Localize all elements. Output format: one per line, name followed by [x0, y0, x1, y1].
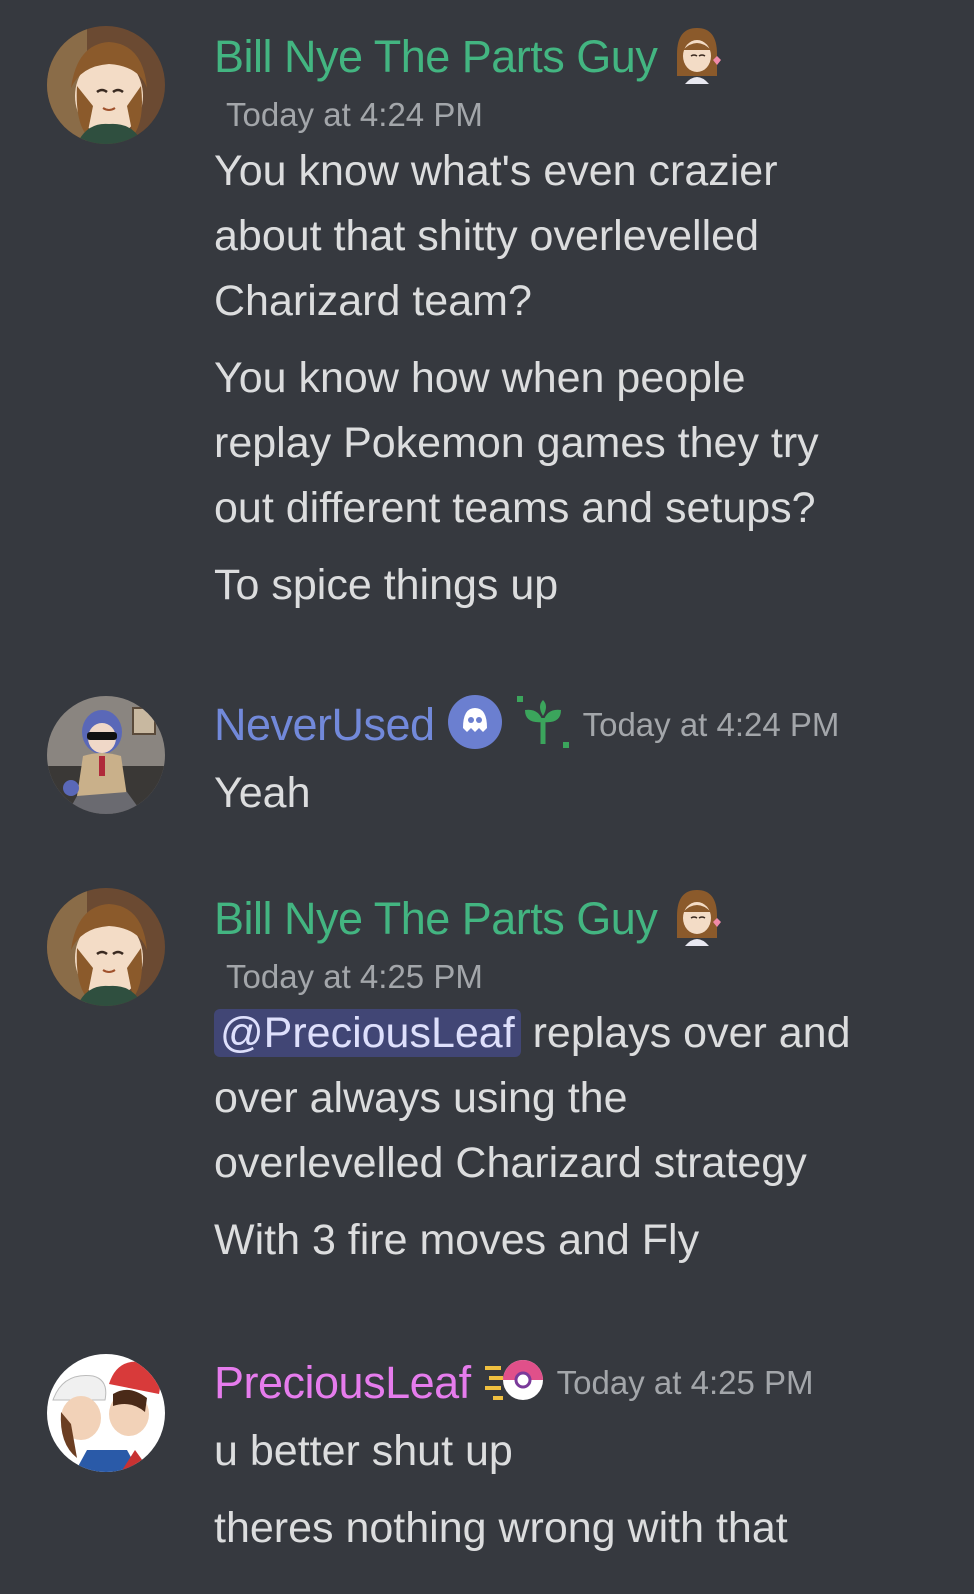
- message-text: @PreciousLeaf replays over and: [214, 1001, 944, 1066]
- author-name[interactable]: Bill Nye The Parts Guy: [214, 892, 658, 946]
- message-text: You know how when people replay Pokemon …: [214, 354, 819, 532]
- message-header: NeverUsed Today at 4:24 PM: [214, 694, 944, 755]
- message-text: u better shut up: [214, 1427, 513, 1475]
- author-name[interactable]: Bill Nye The Parts Guy: [214, 30, 658, 84]
- message-header: Bill Nye The Parts Guy Today at 4:25 PM: [214, 886, 944, 997]
- message-text: Yeah: [214, 769, 311, 817]
- message-timestamp: Today at 4:25 PM: [226, 958, 483, 995]
- pokeball-dash-icon: [483, 1352, 545, 1413]
- message-timestamp: Today at 4:25 PM: [556, 1363, 814, 1401]
- message-text: To spice things up: [214, 561, 559, 609]
- message-text: theres nothing wrong with that: [214, 1504, 788, 1552]
- author-name[interactable]: NeverUsed: [214, 698, 435, 752]
- message-text: With 3 fire moves and Fly: [214, 1216, 700, 1264]
- avatar-bill-nye[interactable]: [47, 888, 165, 1006]
- author-name[interactable]: PreciousLeaf: [214, 1356, 471, 1410]
- avatar-neverused[interactable]: [47, 696, 165, 814]
- character-emoji-icon: [669, 886, 723, 951]
- message-timestamp: Today at 4:24 PM: [226, 96, 483, 133]
- message-header: PreciousLeaf Today at 4:25 PM: [214, 1352, 944, 1413]
- sprout-icon: [515, 694, 571, 755]
- message-text: over always using the overlevelled Chari…: [214, 1074, 807, 1187]
- avatar-bill-nye[interactable]: [47, 26, 165, 144]
- user-mention[interactable]: @PreciousLeaf: [214, 1009, 521, 1057]
- avatar-preciousleaf[interactable]: [47, 1354, 165, 1472]
- message-text-fragment: replays over and: [520, 1009, 851, 1057]
- message-timestamp: Today at 4:24 PM: [582, 705, 840, 743]
- character-emoji-icon: [669, 24, 723, 89]
- message-text: You know what's even crazier about that …: [214, 147, 778, 325]
- ghost-badge-icon: [447, 694, 503, 755]
- message-header: Bill Nye The Parts Guy Today at 4:24 PM: [214, 24, 944, 135]
